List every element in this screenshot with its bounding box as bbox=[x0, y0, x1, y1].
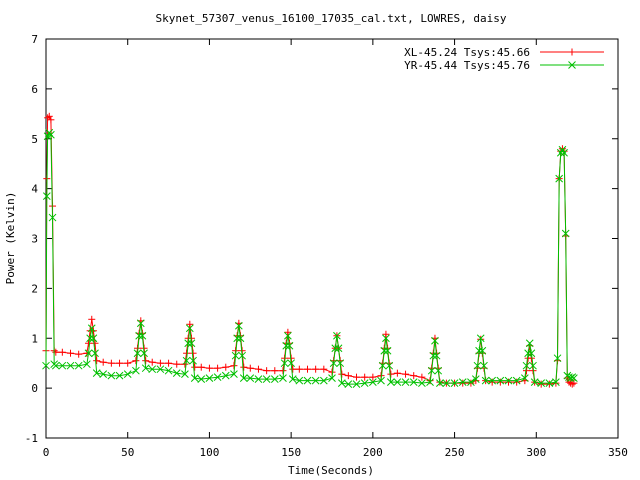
legend-label: YR-45.44 Tsys:45.76 bbox=[404, 59, 530, 72]
x-tick-label: 100 bbox=[199, 446, 219, 459]
y-tick-label: 4 bbox=[31, 183, 38, 196]
y-tick-label: 6 bbox=[31, 83, 38, 96]
x-axis-label: Time(Seconds) bbox=[288, 464, 374, 477]
y-tick-label: 5 bbox=[31, 133, 38, 146]
chart-title: Skynet_57307_venus_16100_17035_cal.txt, … bbox=[156, 12, 507, 25]
x-tick-label: 150 bbox=[281, 446, 301, 459]
x-tick-label: 300 bbox=[526, 446, 546, 459]
y-tick-label: 0 bbox=[31, 382, 38, 395]
x-tick-label: 0 bbox=[43, 446, 50, 459]
legend-label: XL-45.24 Tsys:45.66 bbox=[404, 46, 530, 59]
y-tick-label: 2 bbox=[31, 282, 38, 295]
x-tick-label: 50 bbox=[121, 446, 134, 459]
x-tick-label: 350 bbox=[608, 446, 628, 459]
y-tick-label: 7 bbox=[31, 33, 38, 46]
y-axis-label: Power (Kelvin) bbox=[4, 192, 17, 285]
chart-canvas: Skynet_57307_venus_16100_17035_cal.txt, … bbox=[0, 0, 640, 480]
y-tick-label: -1 bbox=[25, 432, 38, 445]
x-tick-label: 200 bbox=[363, 446, 383, 459]
y-tick-label: 1 bbox=[31, 332, 38, 345]
chart-background bbox=[0, 0, 640, 480]
y-tick-label: 3 bbox=[31, 233, 38, 246]
x-tick-label: 250 bbox=[445, 446, 465, 459]
